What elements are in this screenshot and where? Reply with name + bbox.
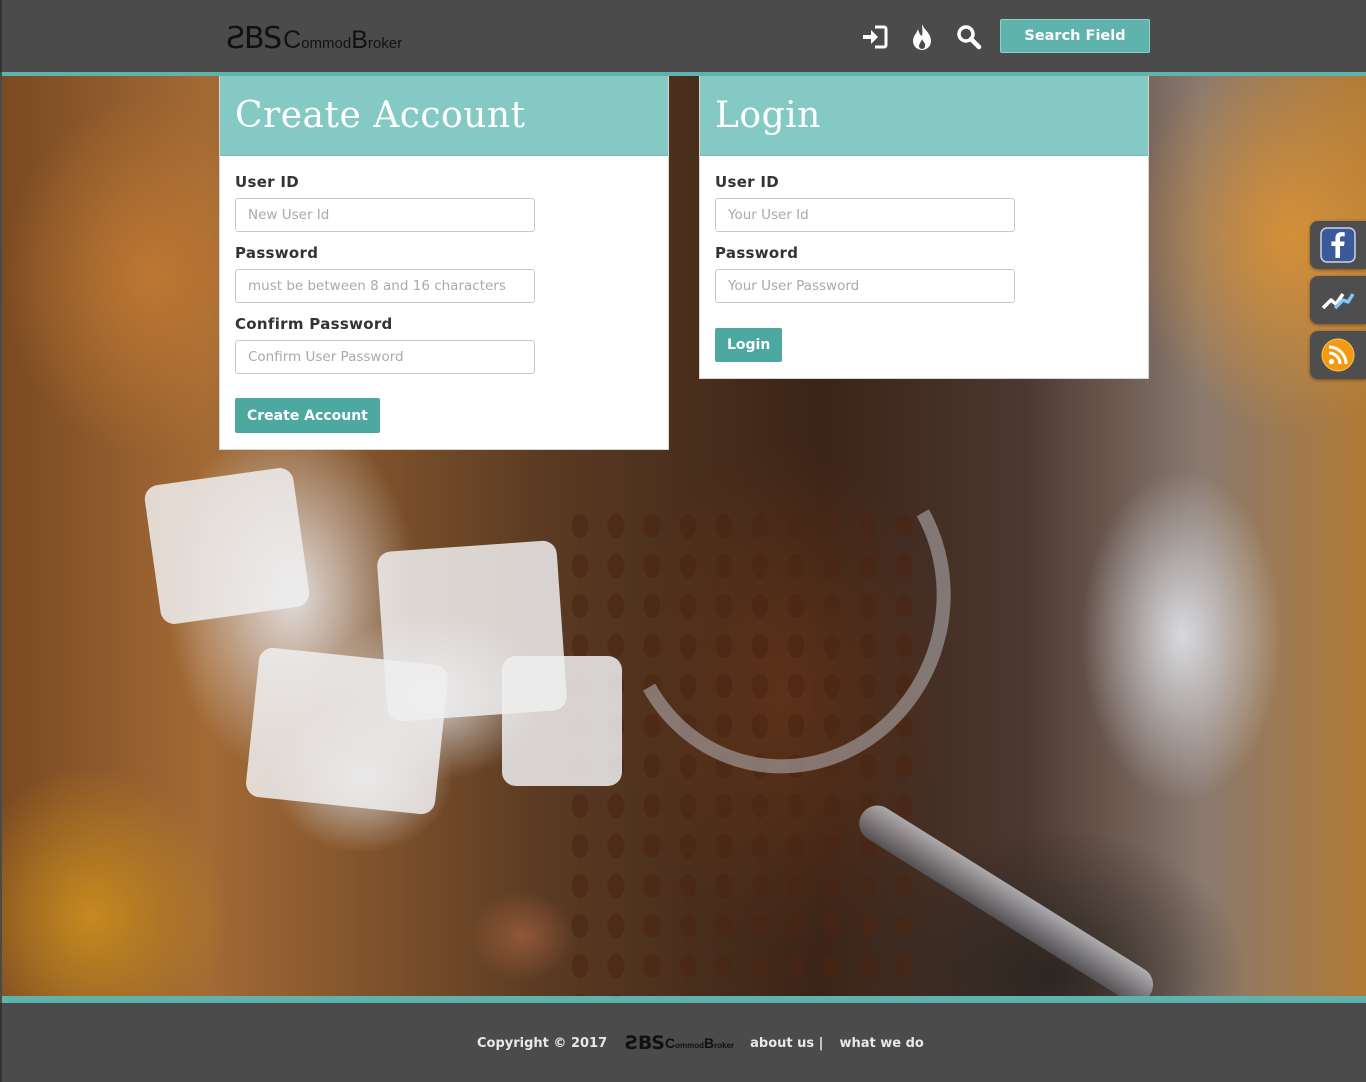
create-account-button[interactable]: Create Account [235,398,380,433]
chart-tab[interactable] [1310,276,1366,324]
confirm-password-input[interactable] [235,340,535,374]
about-us-link[interactable]: about us | [750,1036,823,1051]
login-user-id-label: User ID [715,173,780,191]
login-user-id-input[interactable] [715,198,1015,232]
rss-tab[interactable] [1310,331,1366,379]
facebook-tab[interactable] [1310,221,1366,269]
sign-in-icon[interactable] [860,22,890,52]
footer-accent-line [2,996,1366,1003]
new-password-input[interactable] [235,269,535,303]
hero-background-image [2,76,1366,996]
top-navbar: ƧBS CommodBroker Search Field [0,0,1366,72]
login-password-label: Password [715,244,799,262]
footer-logo[interactable]: ƧBS CommodBroker [625,1032,734,1054]
login-button[interactable]: Login [715,328,783,362]
footer: Copyright © 2017 ƧBS CommodBroker about … [0,1003,1366,1082]
create-account-title: Create Account [235,95,526,136]
fire-icon[interactable] [907,22,937,52]
create-password-label: Password [235,244,319,262]
create-user-id-label: User ID [235,173,300,191]
login-panel: Login User ID Password Login [699,76,1149,379]
login-header: Login [700,76,1148,156]
facebook-icon [1320,227,1356,263]
search-icon[interactable] [954,22,984,52]
create-account-panel: Create Account User ID Password Confirm … [219,76,669,450]
footer-links: Copyright © 2017 ƧBS CommodBroker about … [477,1032,924,1054]
copyright-text: Copyright © 2017 [477,1035,608,1051]
logo-wordmark: CommodBroker [283,25,403,54]
chart-icon [1321,292,1355,310]
logo-mark: ƧBS [226,20,282,56]
login-password-input[interactable] [715,269,1015,303]
create-account-header: Create Account [220,76,668,156]
new-user-id-input[interactable] [235,198,535,232]
confirm-password-label: Confirm Password [235,315,393,333]
rss-icon [1321,338,1355,372]
search-field-button[interactable]: Search Field [1000,19,1150,53]
brand-logo[interactable]: ƧBS CommodBroker [226,18,402,58]
what-we-do-link[interactable]: what we do [839,1036,923,1051]
login-title: Login [715,95,821,136]
